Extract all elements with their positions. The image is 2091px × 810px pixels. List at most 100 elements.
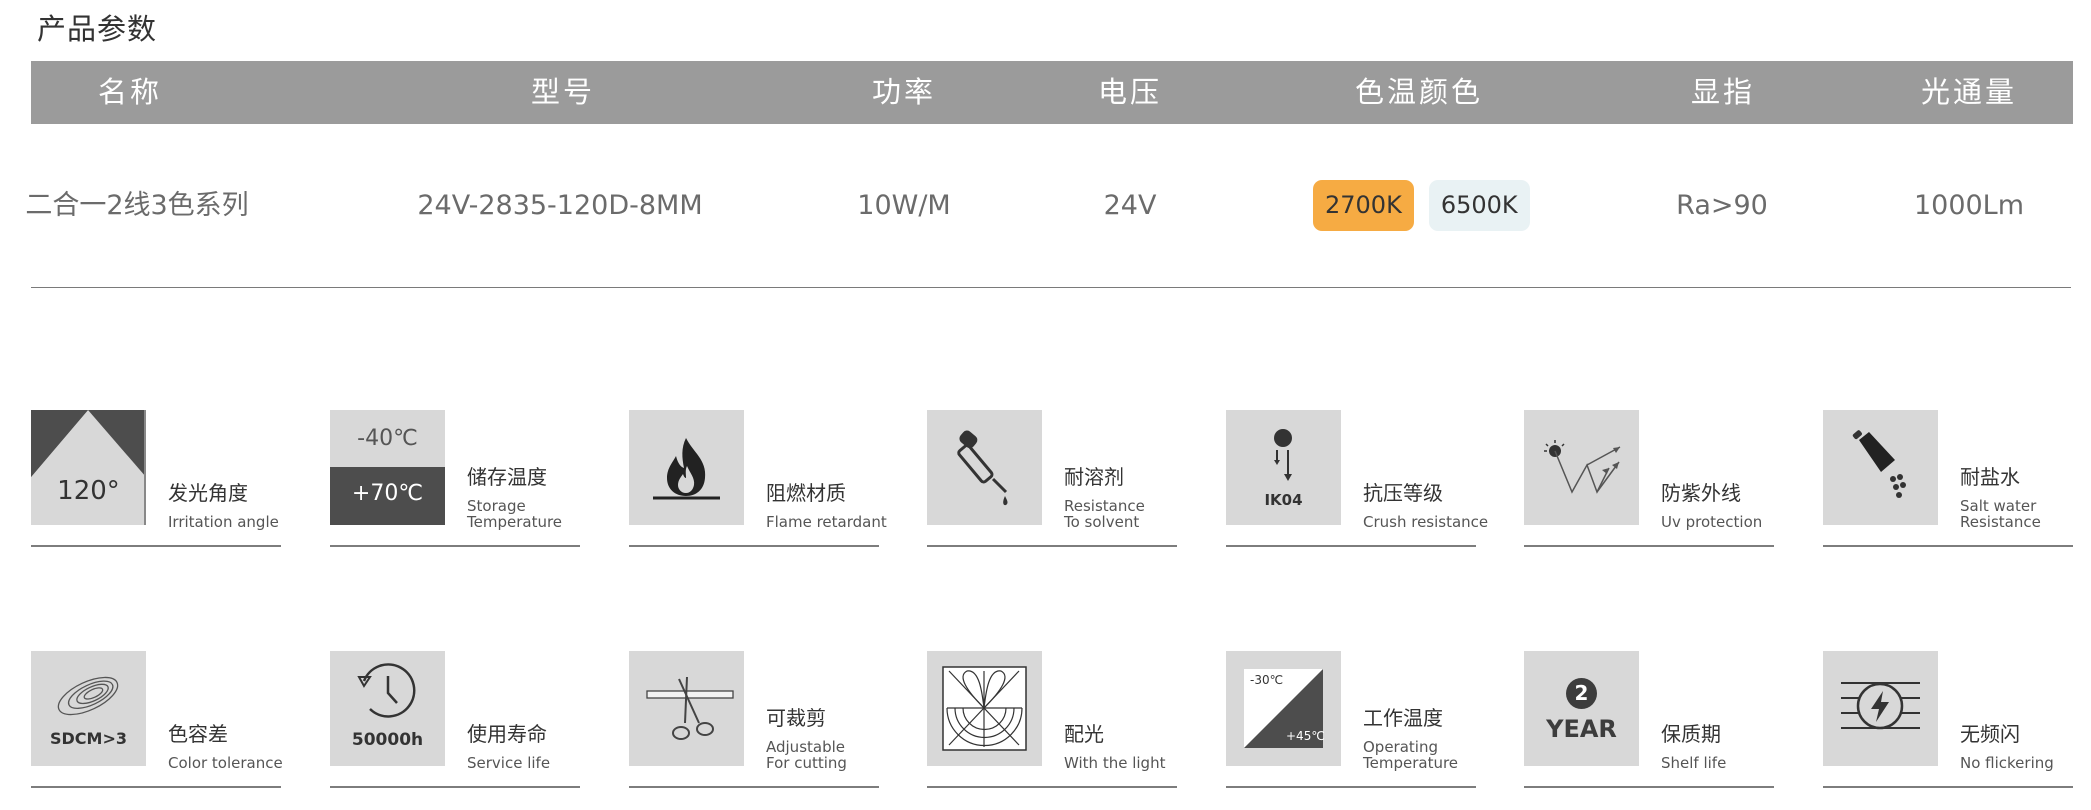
table-row-divider	[31, 287, 2071, 288]
header-power: 功率	[871, 75, 937, 109]
feature-en: Salt water	[1960, 497, 2037, 515]
feature-storage-temperature: -40℃ +70℃ 储存温度 Storage Temperature	[330, 410, 580, 550]
light-distribution-icon	[942, 666, 1027, 751]
section-title: 产品参数	[37, 12, 158, 46]
feature-en-2: Temperature	[1363, 754, 1459, 772]
warranty-unit: YEAR	[1546, 715, 1617, 743]
feature-underline	[1823, 545, 2073, 547]
feature-light-distribution: 配光 With the light	[927, 651, 1177, 791]
table-header: 名称 型号 功率 电压 色温颜色 显指 光通量	[31, 61, 2073, 124]
salt-water-icon	[1852, 430, 1906, 498]
feature-en: Color tolerance	[168, 754, 283, 772]
feature-no-flicker: 无频闪 No flickering	[1823, 651, 2073, 791]
feature-cn: 发光角度	[168, 481, 248, 505]
feature-en: Operating	[1363, 738, 1438, 756]
feature-cn: 工作温度	[1363, 706, 1443, 730]
feature-en: Uv protection	[1661, 513, 1763, 531]
header-cri: 显指	[1690, 75, 1756, 109]
sdcm-value: SDCM>3	[49, 729, 127, 748]
header-model: 型号	[530, 75, 596, 109]
cell-name: 二合一2线3色系列	[25, 190, 249, 221]
feature-crush-resistance: IK04 抗压等级 Crush resistance	[1226, 410, 1488, 550]
feature-uv-protection: 防紫外线 Uv protection	[1524, 410, 1774, 550]
service-life-value: 50000h	[351, 730, 424, 750]
cct-badge-cool: 6500K	[1428, 180, 1530, 231]
feature-beam-angle: 120° 发光角度 Irritation angle	[31, 410, 281, 550]
feature-cn: 防紫外线	[1661, 481, 1741, 505]
crush-rating: IK04	[1264, 491, 1303, 509]
feature-underline	[927, 786, 1177, 788]
feature-cuttable: 可裁剪 Adjustable For cutting	[629, 651, 879, 791]
feature-underline	[629, 786, 879, 788]
feature-cn: 使用寿命	[467, 722, 547, 746]
feature-cn: 抗压等级	[1363, 481, 1443, 505]
feature-cn: 耐溶剂	[1064, 465, 1124, 489]
feature-en: Resistance	[1064, 497, 1145, 515]
feature-en: Shelf life	[1661, 754, 1727, 772]
storage-temp-max: +70℃	[351, 481, 424, 506]
feature-cn: 储存温度	[467, 465, 547, 489]
feature-underline	[1524, 545, 1774, 547]
warranty-years: 2	[1574, 681, 1589, 705]
feature-en: Storage	[467, 497, 526, 515]
feature-cn: 保质期	[1661, 722, 1721, 746]
feature-cn: 阻燃材质	[766, 481, 846, 505]
cell-cri: Ra>90	[1676, 190, 1768, 221]
feature-color-tolerance: SDCM>3 色容差 Color tolerance	[31, 651, 283, 791]
feature-underline	[31, 545, 281, 547]
beam-angle-value: 120°	[57, 476, 120, 506]
feature-en-2: For cutting	[766, 754, 847, 772]
header-voltage: 电压	[1097, 75, 1163, 109]
feature-en-2: To solvent	[1064, 513, 1140, 531]
feature-en-2: Resistance	[1960, 513, 2041, 531]
header-name: 名称	[97, 75, 163, 109]
feature-operating-temperature: -30℃ +45℃ 工作温度 Operating Temperature	[1226, 651, 1476, 791]
feature-cn: 耐盐水	[1960, 465, 2020, 489]
feature-underline	[330, 786, 580, 788]
feature-en: Crush resistance	[1363, 513, 1489, 531]
feature-underline	[1226, 545, 1476, 547]
cell-voltage: 24V	[1103, 190, 1157, 221]
operating-temperature-icon	[1244, 669, 1323, 748]
dropper-icon	[957, 430, 1008, 506]
feature-salt-water: 耐盐水 Salt water Resistance	[1823, 410, 2073, 550]
feature-underline	[1524, 786, 1774, 788]
storage-temp-min: -40℃	[357, 426, 418, 451]
header-cct: 色温颜色	[1354, 75, 1484, 109]
feature-cn: 色容差	[168, 722, 228, 746]
feature-en: No flickering	[1960, 754, 2054, 772]
feature-cn: 可裁剪	[766, 706, 826, 730]
feature-cn: 配光	[1064, 722, 1104, 746]
color-tolerance-icon	[57, 676, 119, 716]
feature-en: Irritation angle	[168, 513, 279, 531]
cct-badges: 2700K 6500K	[1313, 180, 1530, 231]
no-flicker-icon	[1841, 682, 1920, 730]
operating-temp-max: +45℃	[1286, 729, 1325, 743]
feature-underline	[330, 545, 580, 547]
feature-cn: 无频闪	[1960, 722, 2020, 746]
uv-protection-icon	[1544, 440, 1621, 494]
scissors-icon	[646, 676, 734, 740]
beam-angle-icon	[31, 410, 146, 525]
feature-en-2: Temperature	[467, 513, 563, 531]
feature-underline	[927, 545, 1177, 547]
feature-solvent-resistance: 耐溶剂 Resistance To solvent	[927, 410, 1177, 550]
flame-icon	[653, 438, 720, 500]
feature-underline	[1823, 786, 2073, 788]
feature-underline	[629, 545, 879, 547]
feature-underline	[31, 786, 281, 788]
operating-temp-min: -30℃	[1250, 673, 1284, 687]
feature-en: Adjustable	[766, 738, 845, 756]
feature-en: With the light	[1064, 754, 1166, 772]
cct-badge-warm: 2700K	[1313, 180, 1414, 231]
feature-en: Flame retardant	[766, 513, 887, 531]
feature-flame-retardant: 阻燃材质 Flame retardant	[629, 410, 887, 550]
cell-model: 24V-2835-120D-8MM	[417, 190, 703, 221]
feature-en: Service life	[467, 754, 551, 772]
cell-flux: 1000Lm	[1913, 190, 2025, 221]
cell-power: 10W/M	[857, 190, 951, 221]
feature-warranty: 2 YEAR 保质期 Shelf life	[1524, 651, 1774, 791]
feature-service-life: 50000h 使用寿命 Service life	[330, 651, 580, 791]
feature-underline	[1226, 786, 1476, 788]
header-flux: 光通量	[1920, 75, 2018, 109]
